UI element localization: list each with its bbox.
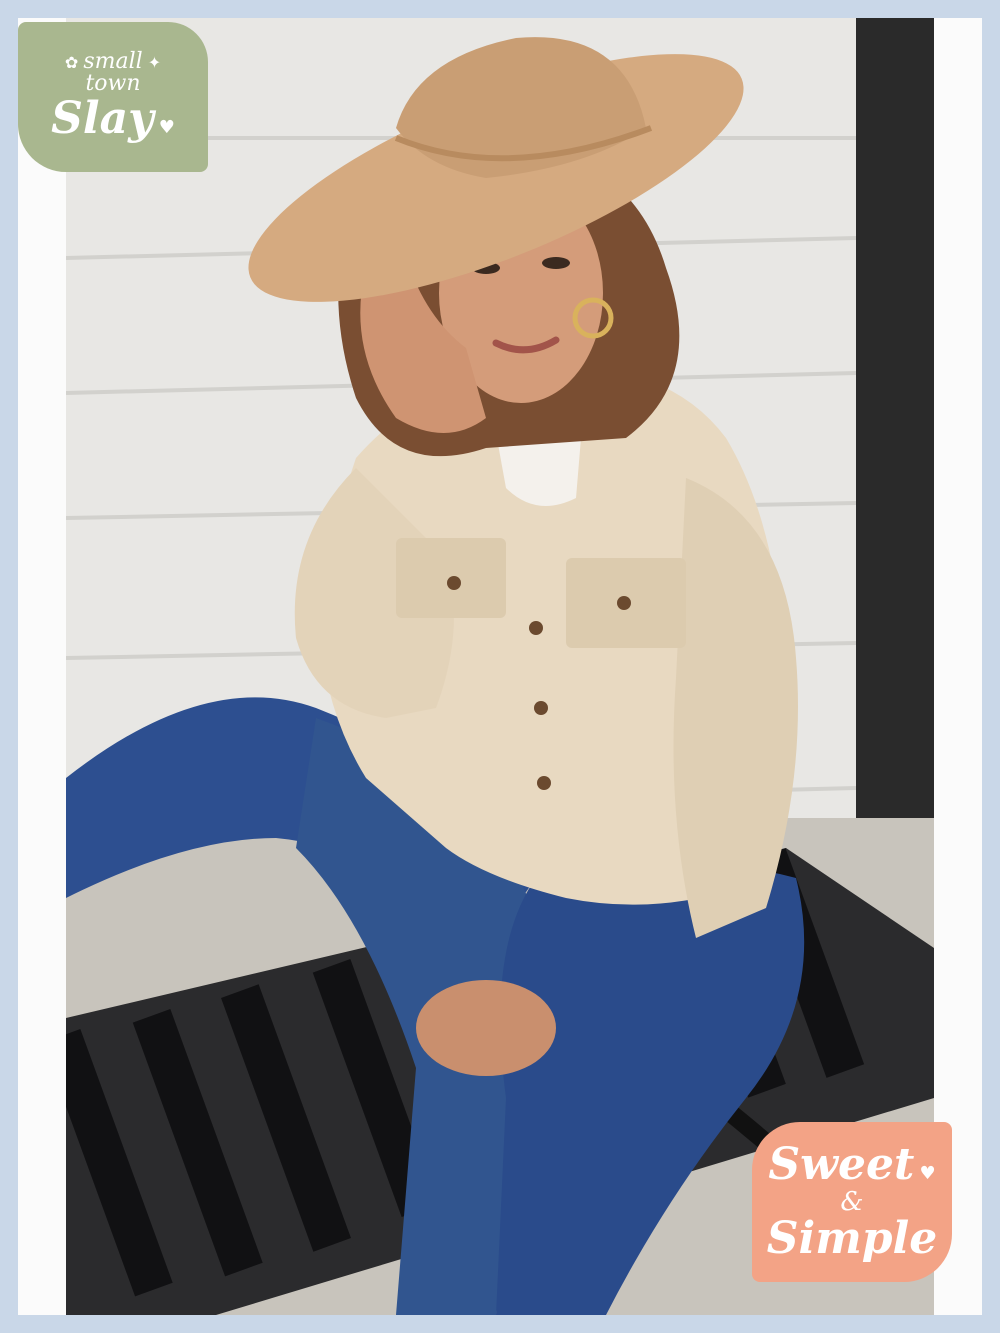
hand [416, 980, 556, 1076]
badge-bottom-line3: Simple [766, 1213, 938, 1264]
product-photo [66, 18, 934, 1315]
photo-illustration [66, 18, 934, 1315]
badge-bottom-line1: Sweet [768, 1139, 915, 1190]
badge-top-line3: Slay [51, 93, 154, 144]
sparkle-icon: ✦ [147, 53, 162, 72]
sweet-and-simple-badge: Sweet ♥ & Simple [752, 1122, 952, 1282]
badge-top-line1-row: ✿ small ✦ [65, 51, 161, 73]
badge-bottom-line2: & [840, 1187, 864, 1217]
heart-icon: ♥ [919, 1163, 936, 1184]
heart-icon: ♥ [158, 117, 175, 138]
badge-top-line2: town [85, 71, 141, 96]
small-town-slay-badge: ✿ small ✦ town Slay ♥ [18, 22, 208, 172]
flower-icon: ✿ [64, 53, 79, 72]
pillar [856, 18, 934, 818]
